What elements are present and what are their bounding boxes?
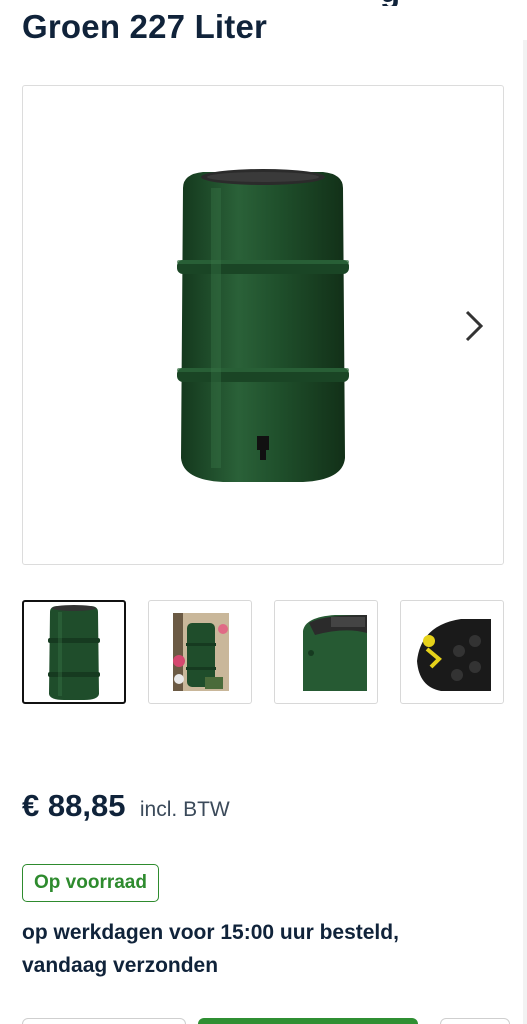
add-to-cart-button[interactable] xyxy=(198,1018,418,1024)
thumbnail-4[interactable] xyxy=(400,600,504,704)
product-page: g Groen 227 Liter xyxy=(0,0,527,1024)
thumb-barrel-garden-image xyxy=(173,613,229,691)
thumb-barrel-interior-detail-image xyxy=(417,619,491,691)
delivery-info-line-2: vandaag verzonden xyxy=(22,954,219,977)
product-title: Groen 227 Liter xyxy=(22,8,268,45)
scrollbar-track xyxy=(523,40,527,1024)
next-image-button[interactable] xyxy=(461,308,487,344)
product-title-overflow-glyph: g xyxy=(380,0,400,6)
thumbnail-strip xyxy=(22,600,506,704)
stock-status-badge: Op voorraad xyxy=(22,864,159,902)
thumbnail-2[interactable] xyxy=(148,600,252,704)
main-product-image[interactable] xyxy=(22,85,504,565)
product-title-overflow: g xyxy=(380,0,420,6)
thumb-barrel-front-image xyxy=(48,605,100,700)
thumb-barrel-lid-detail-image xyxy=(303,615,367,691)
product-price: € 88,85 xyxy=(22,788,126,823)
quantity-selector[interactable] xyxy=(22,1018,186,1024)
price-row: € 88,85 incl. BTW xyxy=(22,788,230,832)
rain-barrel-image xyxy=(173,168,353,488)
delivery-info: op werkdagen voor 15:00 uur besteld, van… xyxy=(22,916,492,982)
delivery-info-line-1: op werkdagen voor 15:00 uur besteld, xyxy=(22,921,399,944)
price-tax-note: incl. BTW xyxy=(139,798,230,821)
chevron-right-icon xyxy=(465,310,484,342)
thumbnail-3[interactable] xyxy=(274,600,378,704)
wishlist-button[interactable] xyxy=(440,1018,510,1024)
thumbnail-1[interactable] xyxy=(22,600,126,704)
